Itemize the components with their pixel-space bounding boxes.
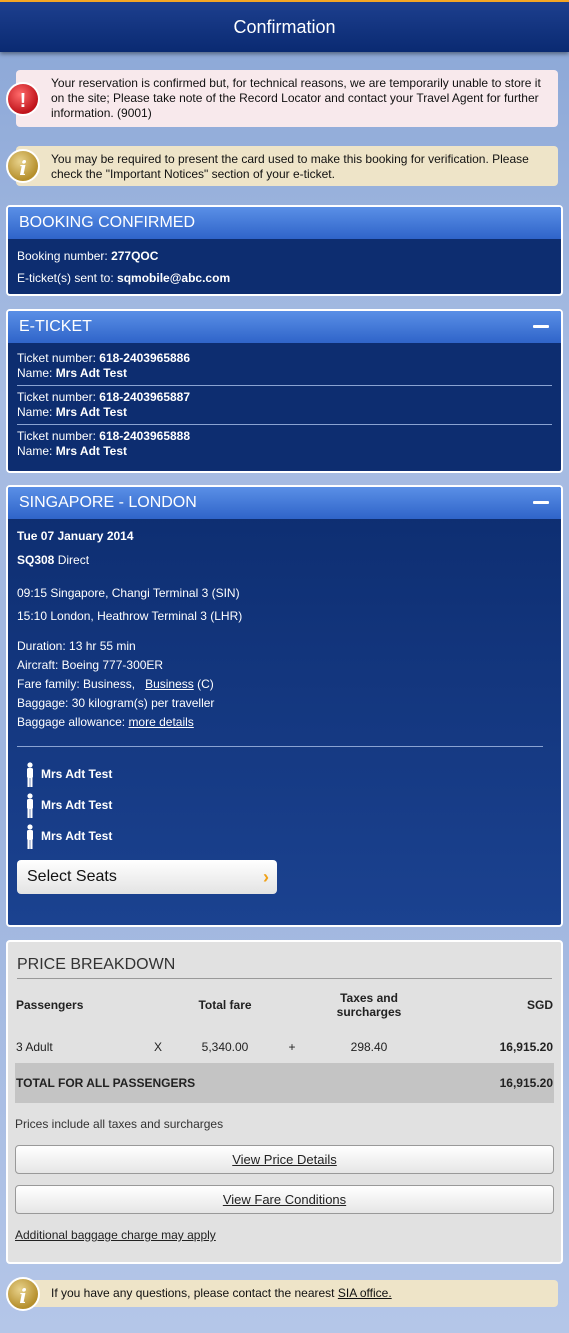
aircraft: Aircraft: Boeing 777-300ER xyxy=(17,658,164,672)
ticket-number: 618-2403965887 xyxy=(99,390,191,404)
price-breakdown-panel: PRICE BREAKDOWN Passengers Total fare Ta… xyxy=(6,940,563,1264)
error-alert-text: Your reservation is confirmed but, for t… xyxy=(51,76,541,120)
booking-number: 277QOC xyxy=(111,249,159,263)
panel-title: BOOKING CONFIRMED xyxy=(8,207,561,239)
select-seats-button[interactable]: Select Seats › xyxy=(17,860,277,894)
passenger-name: Mrs Adt Test xyxy=(41,767,113,781)
taxes-value: 298.40 xyxy=(350,1040,388,1054)
total-label: TOTAL FOR ALL PASSENGERS xyxy=(15,1063,425,1103)
collapse-icon[interactable] xyxy=(533,501,549,504)
panel-title: SINGAPORE - LONDON xyxy=(19,494,197,511)
ticket-number: 618-2403965888 xyxy=(99,429,191,443)
row-total: 16,915.20 xyxy=(499,1040,553,1054)
exclamation-icon: ! xyxy=(6,81,40,116)
plus-sign: + xyxy=(288,1040,296,1054)
departure: 09:15 Singapore, Changi Terminal 3 (SIN) xyxy=(17,586,240,600)
more-details-link[interactable]: more details xyxy=(128,715,193,729)
flight-type: Direct xyxy=(57,553,90,567)
booking-confirmed-panel: BOOKING CONFIRMED Booking number: 277QOC… xyxy=(6,205,563,296)
ticket-name: Mrs Adt Test xyxy=(55,366,128,380)
price-note: Prices include all taxes and surcharges xyxy=(15,1117,224,1131)
flight-number: SQ308 xyxy=(17,553,55,567)
arrival: 15:10 London, Heathrow Terminal 3 (LHR) xyxy=(17,609,243,623)
fare-family: Fare family: Business, Business (C) xyxy=(17,675,552,694)
view-price-details-button[interactable]: View Price Details xyxy=(15,1145,554,1174)
person-icon xyxy=(27,824,33,849)
ticket-number-label: Ticket number: xyxy=(17,429,96,443)
flight-panel: SINGAPORE - LONDON Tue 07 January 2014 S… xyxy=(6,485,563,927)
info-icon: i xyxy=(6,1276,40,1311)
select-seats-label: Select Seats xyxy=(27,868,117,885)
ticket-item: Ticket number: 618-2403965886 Name: Mrs … xyxy=(17,347,552,386)
flight-panel-header[interactable]: SINGAPORE - LONDON xyxy=(8,487,561,519)
eticket-email: sqmobile@abc.com xyxy=(117,271,231,285)
ticket-number-label: Ticket number: xyxy=(17,390,96,404)
footer-info-alert: i If you have any questions, please cont… xyxy=(6,1276,558,1311)
col-taxes: Taxes and surcharges xyxy=(336,991,402,1019)
multiply-sign: X xyxy=(153,1040,162,1054)
error-alert: ! Your reservation is confirmed but, for… xyxy=(6,70,558,127)
booking-number-row: Booking number: 277QOC xyxy=(17,245,552,267)
fare-family-link[interactable]: Business xyxy=(145,677,194,691)
pax-count: 3 Adult xyxy=(16,1040,53,1054)
chevron-right-icon: › xyxy=(263,867,269,887)
table-row: 3 Adult X 5,340.00 + 298.40 16,915.20 xyxy=(15,1031,554,1063)
info-icon: i xyxy=(6,149,40,183)
passenger-name: Mrs Adt Test xyxy=(41,798,113,812)
fare-class: (C) xyxy=(197,677,214,691)
ticket-name: Mrs Adt Test xyxy=(55,444,128,458)
baggage: Baggage: 30 kilogram(s) per traveller xyxy=(17,696,215,710)
baggage-allowance-label: Baggage allowance: xyxy=(17,715,126,729)
total-value: 16,915.20 xyxy=(425,1063,554,1103)
fare-family-label: Fare family: Business, xyxy=(17,677,136,691)
divider xyxy=(17,746,543,747)
person-icon xyxy=(27,793,33,818)
fare-value: 5,340.00 xyxy=(201,1040,249,1054)
flight-date: Tue 07 January 2014 xyxy=(17,529,134,543)
person-icon xyxy=(27,762,33,787)
ticket-item: Ticket number: 618-2403965887 Name: Mrs … xyxy=(17,386,552,425)
duration: Duration: 13 hr 55 min xyxy=(17,639,136,653)
info-alert-text: You may be required to present the card … xyxy=(51,152,529,181)
price-breakdown-title: PRICE BREAKDOWN xyxy=(17,954,552,979)
eticket-sent-row: E-ticket(s) sent to: sqmobile@abc.com xyxy=(17,267,552,289)
col-passengers: Passengers xyxy=(16,998,84,1012)
total-row: TOTAL FOR ALL PASSENGERS 16,915.20 xyxy=(15,1063,554,1103)
ticket-number: 618-2403965886 xyxy=(99,351,191,365)
col-currency: SGD xyxy=(526,998,553,1012)
price-table-header: Passengers Total fare Taxes and surcharg… xyxy=(15,979,554,1031)
info-alert: i You may be required to present the car… xyxy=(6,146,558,186)
ticket-name: Mrs Adt Test xyxy=(55,405,128,419)
ticket-item: Ticket number: 618-2403965888 Name: Mrs … xyxy=(17,425,552,463)
page-title: Confirmation xyxy=(233,17,336,37)
panel-title: E-TICKET xyxy=(19,318,92,335)
passenger-item: Mrs Adt Test xyxy=(17,821,552,852)
eticket-panel-header[interactable]: E-TICKET xyxy=(8,311,561,343)
passenger-item: Mrs Adt Test xyxy=(17,759,552,790)
col-total-fare: Total fare xyxy=(198,998,252,1012)
footer-info-text: If you have any questions, please contac… xyxy=(51,1286,338,1300)
ticket-name-label: Name: xyxy=(17,405,53,419)
sia-office-link[interactable]: SIA office. xyxy=(338,1286,392,1300)
ticket-number-label: Ticket number: xyxy=(17,351,96,365)
ticket-name-label: Name: xyxy=(17,366,53,380)
eticket-sent-label: E-ticket(s) sent to: xyxy=(17,271,114,285)
baggage-charge-link[interactable]: Additional baggage charge may apply xyxy=(15,1228,554,1242)
header: Confirmation xyxy=(0,0,569,52)
view-fare-conditions-button[interactable]: View Fare Conditions xyxy=(15,1185,554,1214)
collapse-icon[interactable] xyxy=(533,325,549,328)
price-table: Passengers Total fare Taxes and surcharg… xyxy=(15,979,554,1103)
eticket-panel: E-TICKET Ticket number: 618-2403965886 N… xyxy=(6,309,563,473)
passenger-name: Mrs Adt Test xyxy=(41,829,113,843)
ticket-name-label: Name: xyxy=(17,444,53,458)
baggage-allowance: Baggage allowance: more details xyxy=(17,713,552,732)
passenger-item: Mrs Adt Test xyxy=(17,790,552,821)
booking-number-label: Booking number: xyxy=(17,249,108,263)
